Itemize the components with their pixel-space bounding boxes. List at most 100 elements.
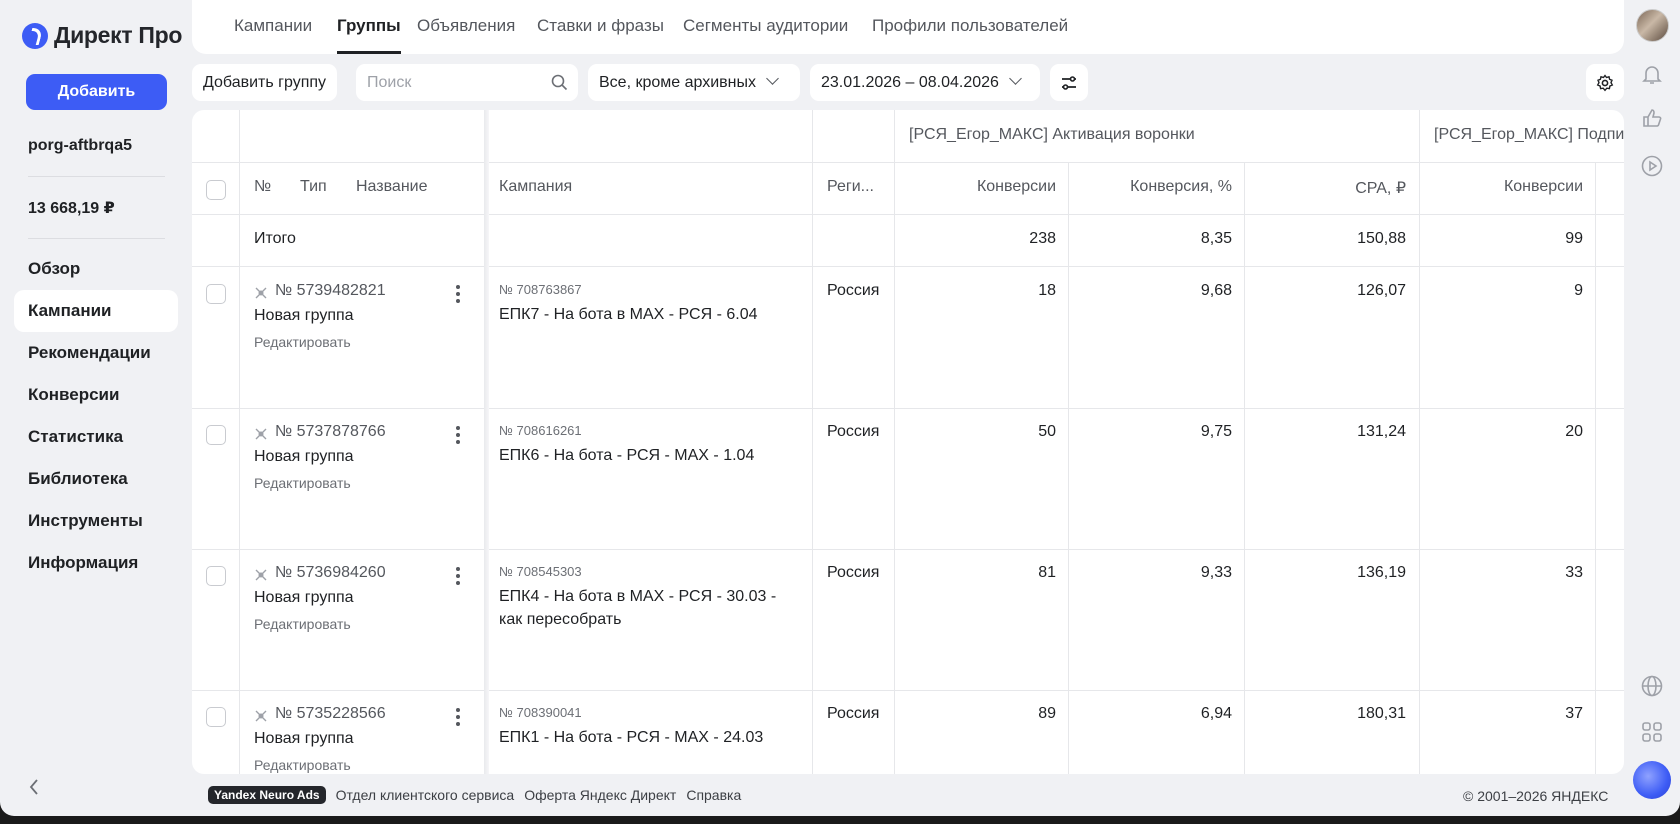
edit-group-link[interactable]: Редактировать	[254, 757, 351, 773]
footer-link-offer[interactable]: Оферта Яндекс Директ	[524, 787, 676, 803]
add-group-button[interactable]: Добавить группу	[192, 64, 338, 101]
tab-ads[interactable]: Объявления	[417, 16, 515, 54]
tab-bids-phrases[interactable]: Ставки и фразы	[537, 16, 664, 54]
total-label: Итого	[254, 230, 296, 247]
col-header-name[interactable]: Название	[356, 178, 428, 196]
footer-link-help[interactable]: Справка	[686, 787, 741, 803]
filters-button[interactable]	[1050, 64, 1088, 101]
group-id-link[interactable]: № 5739482821	[275, 282, 386, 300]
row-divider	[192, 690, 1624, 691]
network-ad-type-icon	[255, 710, 267, 722]
goal-group-header: [РСЯ_Егор_МАКС] Подпи	[1434, 126, 1624, 143]
more-actions-icon[interactable]	[456, 708, 460, 726]
sidebar-item-campaigns[interactable]: Кампании	[14, 290, 178, 332]
play-icon[interactable]	[1640, 154, 1664, 178]
tab-campaigns[interactable]: Кампании	[234, 16, 312, 54]
more-actions-icon[interactable]	[456, 285, 460, 303]
tab-user-profiles[interactable]: Профили пользователей	[872, 16, 1068, 54]
sidebar-item-statistics[interactable]: Статистика	[14, 416, 178, 458]
col-header-conversions-2[interactable]: Конверсии	[1419, 178, 1583, 196]
row-checkbox[interactable]	[206, 707, 226, 727]
group-name[interactable]: Новая группа	[254, 307, 354, 325]
group-id-link[interactable]: № 5736984260	[275, 564, 386, 582]
ai-assistant-button[interactable]	[1633, 761, 1671, 799]
campaign-id[interactable]: № 708545303	[499, 564, 582, 579]
divider	[28, 176, 165, 177]
group-name[interactable]: Новая группа	[254, 730, 354, 748]
sidebar-item-recommendations[interactable]: Рекомендации	[14, 332, 178, 374]
search-input[interactable]: Поиск	[356, 64, 578, 101]
total-conversion-rate: 8,35	[1200, 230, 1232, 247]
row-checkbox[interactable]	[206, 284, 226, 304]
apps-grid-icon[interactable]	[1640, 720, 1664, 744]
date-range-select[interactable]: 23.01.2026 – 08.04.2026	[810, 64, 1040, 101]
sidebar-item-conversions[interactable]: Конверсии	[14, 374, 178, 416]
edit-group-link[interactable]: Редактировать	[254, 616, 351, 632]
goal-group-header: [РСЯ_Егор_МАКС] Активация воронки	[909, 126, 1195, 143]
footer: Yandex Neuro Ads Отдел клиентского серви…	[208, 786, 741, 804]
conversion-rate-value: 9,33	[1200, 564, 1232, 581]
account-login[interactable]: porg-aftbrqa5	[28, 137, 132, 155]
col-divider	[1068, 162, 1069, 774]
tab-audience-segments[interactable]: Сегменты аудитории	[683, 16, 848, 54]
date-range-value: 23.01.2026 – 08.04.2026	[821, 74, 999, 91]
group-name[interactable]: Новая группа	[254, 448, 354, 466]
tab-groups[interactable]: Группы	[337, 16, 401, 54]
conversion-rate-value: 9,75	[1200, 423, 1232, 440]
campaign-id[interactable]: № 708763867	[499, 282, 582, 297]
select-all-checkbox[interactable]	[206, 180, 226, 200]
col-header-cpa[interactable]: CPA, ₽	[1244, 178, 1406, 198]
table-settings-button[interactable]	[1586, 64, 1624, 101]
frozen-column-shadow	[484, 110, 489, 774]
campaign-name-link[interactable]: ЕПК6 - На бота - РСЯ - MAX - 1.04	[499, 444, 789, 467]
logo-text: Директ Про	[54, 22, 183, 48]
more-actions-icon[interactable]	[456, 567, 460, 585]
account-balance[interactable]: 13 668,19 ₽	[28, 198, 115, 218]
sidebar-item-overview[interactable]: Обзор	[14, 248, 178, 290]
group-id-link[interactable]: № 5735228566	[275, 705, 386, 723]
col-header-region[interactable]: Реги...	[827, 178, 874, 196]
campaign-name-link[interactable]: ЕПК7 - На бота в MAX - РСЯ - 6.04	[499, 303, 789, 326]
row-divider	[192, 162, 1624, 163]
campaign-id[interactable]: № 708390041	[499, 705, 582, 720]
sidebar-item-info[interactable]: Информация	[14, 542, 178, 584]
campaign-name-link[interactable]: ЕПК4 - На бота в MAX - РСЯ - 30.03 - как…	[499, 585, 789, 631]
footer-link-client-service[interactable]: Отдел клиентского сервиса	[336, 787, 515, 803]
bell-icon[interactable]	[1640, 62, 1664, 86]
globe-icon[interactable]	[1640, 674, 1664, 698]
conversion-rate-value: 6,94	[1200, 705, 1232, 722]
app-window: Директ Про Добавить porg-aftbrqa5 13 668…	[0, 0, 1680, 816]
sidebar-item-library[interactable]: Библиотека	[14, 458, 178, 500]
col-header-number[interactable]: №	[254, 178, 271, 196]
conversions-2-value: 9	[1574, 282, 1583, 299]
campaign-name-link[interactable]: ЕПК1 - На бота - РСЯ - MAX - 24.03	[499, 726, 789, 749]
edit-group-link[interactable]: Редактировать	[254, 334, 351, 350]
group-name[interactable]: Новая группа	[254, 589, 354, 607]
campaign-id[interactable]: № 708616261	[499, 423, 582, 438]
region-value: Россия	[827, 423, 880, 440]
cpa-value: 131,24	[1357, 423, 1406, 440]
thumb-up-icon[interactable]	[1640, 106, 1664, 130]
row-checkbox[interactable]	[206, 566, 226, 586]
col-header-conversion-rate[interactable]: Конверсия, %	[1068, 178, 1232, 196]
col-divider	[894, 110, 895, 774]
conversions-value: 89	[1038, 705, 1056, 722]
avatar[interactable]	[1636, 9, 1669, 42]
collapse-sidebar-icon[interactable]	[28, 777, 40, 797]
col-header-campaign[interactable]: Кампания	[499, 178, 572, 196]
more-actions-icon[interactable]	[456, 426, 460, 444]
conversions-value: 81	[1038, 564, 1056, 581]
edit-group-link[interactable]: Редактировать	[254, 475, 351, 491]
region-value: Россия	[827, 282, 880, 299]
region-value: Россия	[827, 564, 880, 581]
sidebar-item-tools[interactable]: Инструменты	[14, 500, 178, 542]
neuro-ads-badge[interactable]: Yandex Neuro Ads	[208, 786, 326, 804]
logo[interactable]: Директ Про	[22, 22, 182, 49]
col-header-conversions[interactable]: Конверсии	[894, 178, 1056, 196]
group-id-link[interactable]: № 5737878766	[275, 423, 386, 441]
row-checkbox[interactable]	[206, 425, 226, 445]
tabs-bar: Кампании Группы Объявления Ставки и фраз…	[192, 0, 1624, 54]
col-header-type[interactable]: Тип	[300, 178, 327, 196]
add-button[interactable]: Добавить	[26, 74, 167, 110]
status-filter-select[interactable]: Все, кроме архивных	[588, 64, 800, 101]
